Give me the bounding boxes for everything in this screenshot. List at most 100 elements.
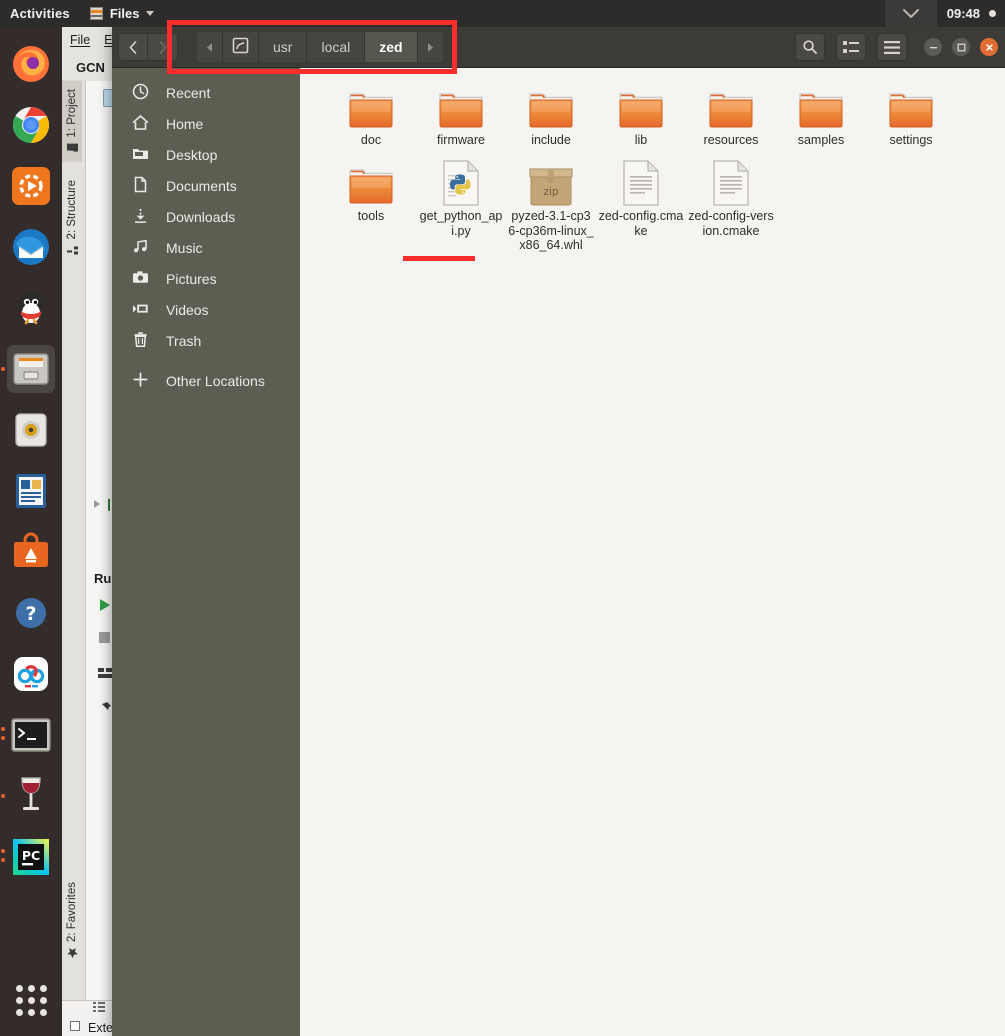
file-item[interactable]: zed-config-version.cmake — [686, 158, 776, 253]
ide-tab-favorites-label: 2: Favorites — [66, 881, 78, 942]
file-item[interactable]: resources — [686, 82, 776, 148]
file-item[interactable]: tools — [326, 158, 416, 253]
folder-icon-wrapper — [348, 158, 394, 206]
files-headerbar: usr local zed — [112, 27, 1005, 68]
dock-item-thunderbird[interactable] — [7, 223, 55, 271]
sidebar-item-trash[interactable]: Trash — [112, 325, 300, 356]
running-indicator-icon — [1, 794, 5, 798]
minimize-button[interactable] — [924, 38, 942, 56]
star-icon — [67, 947, 78, 958]
search-button[interactable] — [795, 33, 825, 61]
app-menu-label: Files — [109, 6, 140, 21]
forward-button[interactable] — [148, 33, 178, 61]
sidebar-item-pictures[interactable]: Pictures — [112, 263, 300, 294]
file-item[interactable]: zed-config.cmake — [596, 158, 686, 253]
dock-item-cloud-app[interactable] — [7, 650, 55, 698]
ide-tab-favorites[interactable]: 2: Favorites — [62, 874, 82, 966]
camera-icon — [132, 269, 149, 289]
sidebar-item-other-locations[interactable]: Other Locations — [112, 365, 300, 396]
file-item[interactable]: settings — [866, 82, 956, 148]
dock-item-firefox[interactable] — [7, 40, 55, 88]
ide-tree-expander-icon[interactable] — [94, 500, 100, 508]
crumb-scroll-left-icon[interactable] — [197, 32, 223, 62]
folder-icon — [889, 93, 933, 128]
files-window: usr local zed Recent Home Desktop Docume… — [112, 27, 1005, 1036]
archive-icon-wrapper: zip — [528, 158, 574, 206]
system-menu-chevron-button[interactable] — [884, 0, 937, 27]
dock-item-qq[interactable] — [7, 284, 55, 332]
breadcrumb-item-local[interactable]: local — [307, 32, 366, 62]
dock-item-files[interactable] — [1, 345, 55, 393]
svg-text:PC: PC — [22, 848, 40, 863]
view-toggle-button[interactable] — [836, 33, 866, 61]
folder-icon-wrapper — [888, 82, 934, 130]
status-checkbox-icon[interactable] — [70, 1021, 80, 1031]
file-item-label: include — [531, 133, 571, 147]
breadcrumb-filesystem-root[interactable] — [223, 32, 259, 62]
main-menu-button[interactable] — [877, 33, 907, 61]
folder-icon — [349, 169, 393, 204]
dock-item-chrome[interactable] — [7, 101, 55, 149]
file-item[interactable]: get_python_api.py — [416, 158, 506, 253]
files-body: Recent Home Desktop Documents Downloads … — [112, 68, 1005, 1036]
file-item[interactable]: zip pyzed-3.1-cp36-cp36m-linux_x86_64.wh… — [506, 158, 596, 253]
sidebar-item-home[interactable]: Home — [112, 108, 300, 139]
sidebar-item-music[interactable]: Music — [112, 232, 300, 263]
maximize-button[interactable] — [952, 38, 970, 56]
dock-item-terminal[interactable] — [1, 711, 55, 759]
folder-icon-wrapper — [348, 82, 394, 130]
ide-tab-structure[interactable]: 2: Structure — [62, 172, 82, 263]
music-icon — [132, 238, 149, 258]
python-icon-wrapper — [442, 158, 480, 206]
sidebar-item-downloads[interactable]: Downloads — [112, 201, 300, 232]
sidebar-label-documents: Documents — [166, 177, 237, 194]
running-indicator-icon — [1, 736, 5, 740]
project-icon — [67, 143, 78, 154]
back-button[interactable] — [118, 33, 148, 61]
dock-item-pycharm[interactable]: PC — [1, 833, 55, 881]
ide-left-toolwindow-tabs[interactable]: 1: Project 2: Structure 2: Favorites — [62, 81, 86, 1000]
file-item[interactable]: firmware — [416, 82, 506, 148]
folder-icon — [439, 93, 483, 128]
file-item[interactable]: include — [506, 82, 596, 148]
activities-button[interactable]: Activities — [0, 6, 82, 21]
crumb-scroll-right-icon[interactable] — [417, 32, 443, 62]
file-item[interactable]: doc — [326, 82, 416, 148]
close-button[interactable] — [980, 38, 998, 56]
file-item-label: doc — [360, 133, 382, 147]
folder-icon-wrapper — [528, 82, 574, 130]
dock-item-rhythmbox[interactable] — [7, 406, 55, 454]
dock-item-help[interactable]: ? — [7, 589, 55, 637]
file-item[interactable]: samples — [776, 82, 866, 148]
app-menu-button[interactable]: Files — [82, 6, 163, 21]
dock-item-libreoffice-impress[interactable] — [7, 467, 55, 515]
sidebar-item-recent[interactable]: Recent — [112, 77, 300, 108]
file-grid-view[interactable]: doc firmware include lib resources sampl… — [300, 68, 1005, 1036]
breadcrumb[interactable]: usr local zed — [197, 32, 443, 62]
sidebar-item-desktop[interactable]: Desktop — [112, 139, 300, 170]
file-item-label: lib — [634, 133, 648, 147]
clock[interactable]: 09:48 — [937, 6, 989, 21]
breadcrumb-item-usr[interactable]: usr — [259, 32, 308, 62]
running-indicator-icon — [1, 858, 5, 862]
sidebar-label-downloads: Downloads — [166, 208, 236, 225]
python-file-icon — [443, 160, 479, 206]
file-item[interactable]: lib — [596, 82, 686, 148]
folder-icon — [799, 93, 843, 128]
breadcrumb-item-zed[interactable]: zed — [365, 32, 418, 62]
nav-button-group[interactable] — [118, 33, 178, 61]
svg-text:zip: zip — [543, 186, 558, 198]
structure-icon — [67, 244, 78, 255]
sidebar-item-videos[interactable]: Videos — [112, 294, 300, 325]
sidebar-item-documents[interactable]: Documents — [112, 170, 300, 201]
text-file-icon — [713, 160, 749, 206]
dock-item-media-player[interactable] — [7, 162, 55, 210]
dock-item-ubuntu-software[interactable] — [7, 528, 55, 576]
ide-tab-project[interactable]: 1: Project — [62, 81, 82, 162]
download-icon — [132, 207, 149, 227]
show-applications-button[interactable] — [7, 976, 55, 1024]
places-sidebar[interactable]: Recent Home Desktop Documents Downloads … — [112, 68, 300, 1036]
dock-item-wine[interactable] — [1, 772, 55, 820]
ide-menu-file[interactable]: File — [70, 33, 90, 47]
ide-bottom-tabs-icon[interactable] — [92, 1000, 112, 1016]
